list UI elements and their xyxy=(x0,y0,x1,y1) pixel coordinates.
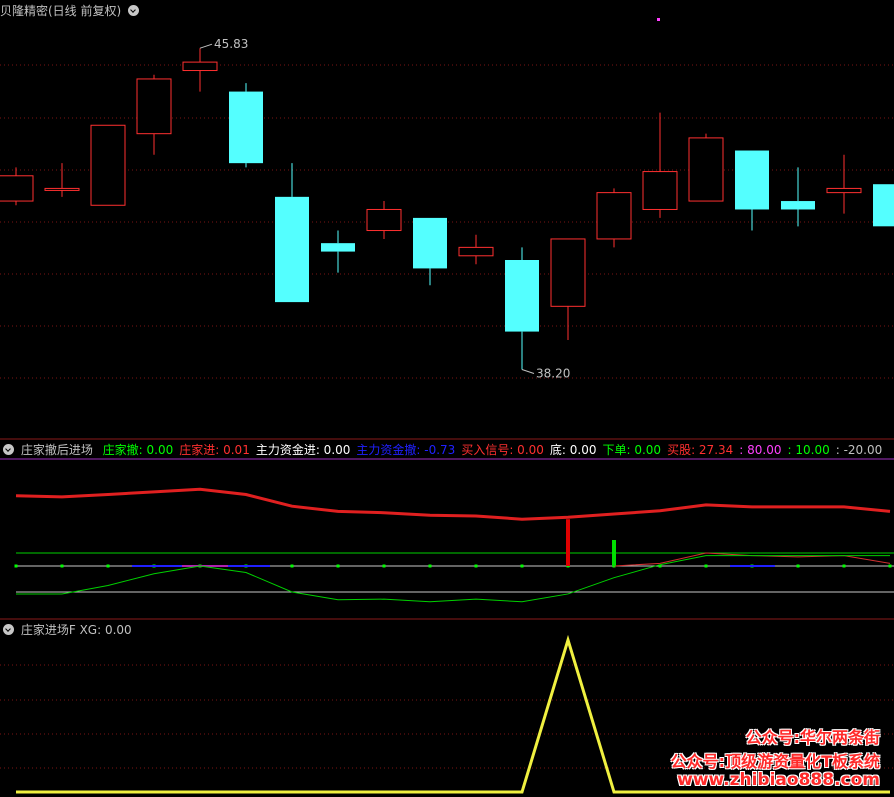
indicator-title-text: 庄家撤后进场 xyxy=(20,443,93,457)
high-marker-line xyxy=(199,43,213,49)
thin-red-line xyxy=(613,552,891,567)
indicator-field-0: 庄家撤: 0.00 xyxy=(102,443,174,457)
xg-panel-title: 庄家进场F XG: 0.00 xyxy=(0,621,132,639)
candle-body-8 xyxy=(366,208,402,232)
candle-body-6 xyxy=(275,196,309,303)
candle-body-13 xyxy=(596,192,632,240)
indicator-field-8: : 80.00 xyxy=(739,443,782,457)
candle-body-16 xyxy=(735,150,769,210)
zero-dot-17 xyxy=(796,564,800,568)
candle-body-9 xyxy=(413,217,447,269)
candle-body-1 xyxy=(44,187,80,191)
zero-dot-7 xyxy=(336,564,340,568)
high-price-label: 45.83 xyxy=(214,37,248,51)
indicator-field-5: 底: 0.00 xyxy=(549,443,597,457)
candlestick-chart: 45.83 38.20 xyxy=(0,18,894,440)
zero-dot-8 xyxy=(382,564,386,568)
indicator-panel-menu-icon[interactable] xyxy=(3,444,14,455)
candle-body-15 xyxy=(688,137,724,202)
xg-field-value: 0.00 xyxy=(104,623,132,637)
zero-dot-9 xyxy=(428,564,432,568)
candle-body-2 xyxy=(90,124,126,206)
candle-body-10 xyxy=(458,246,494,257)
indicator-chart xyxy=(0,458,894,620)
zero-dot-2 xyxy=(106,564,110,568)
zero-dot-0 xyxy=(14,564,18,568)
candle-body-3 xyxy=(136,78,172,135)
candle-body-18 xyxy=(826,187,862,194)
watermark-line-2: 公众号:顶级游资量化T板系统 xyxy=(670,752,880,771)
thick-red-line xyxy=(15,487,891,521)
indicator-field-9: : 10.00 xyxy=(787,443,830,457)
indicator-fields: 庄家撤: 0.00 庄家进: 0.01 主力资金进: 0.00 主力资金撤: -0.7… xyxy=(103,443,889,457)
zero-dot-6 xyxy=(290,564,294,568)
candle-body-0 xyxy=(0,175,34,202)
candle-body-14 xyxy=(642,171,678,210)
indicator-field-3: 主力资金撤: -0.73 xyxy=(356,443,456,457)
candle-body-19 xyxy=(873,184,894,227)
candle-body-5 xyxy=(229,91,263,164)
low-marker-line xyxy=(521,368,535,374)
signal-bar-green xyxy=(612,540,616,566)
magenta-marker-dot xyxy=(657,18,660,21)
candle-body-4 xyxy=(182,61,218,72)
indicator-field-2: 主力资金进: 0.00 xyxy=(255,443,351,457)
candle-body-11 xyxy=(505,260,539,332)
watermark-line-3: www.zhibiao888.com xyxy=(677,770,880,790)
watermark-line-1: 公众号:华尔两条街 xyxy=(745,728,880,747)
xg-panel-menu-icon[interactable] xyxy=(3,624,14,635)
candle-body-7 xyxy=(321,243,355,252)
low-price-label: 38.20 xyxy=(536,366,570,380)
indicator-field-4: 买入信号: 0.00 xyxy=(461,443,544,457)
zero-dot-10 xyxy=(474,564,478,568)
green-line xyxy=(16,555,890,603)
indicator-field-7: 买股: 27.34 xyxy=(667,443,734,457)
zero-dot-1 xyxy=(60,564,64,568)
candle-body-12 xyxy=(550,238,586,307)
xg-field-label: XG: xyxy=(79,623,102,637)
indicator-field-6: 下单: 0.00 xyxy=(602,443,662,457)
indicator-panel-title: 庄家撤后进场 庄家撤: 0.00 庄家进: 0.01 主力资金进: 0.00 主力资金… xyxy=(0,441,888,459)
zero-dot-18 xyxy=(842,564,846,568)
zero-dot-15 xyxy=(704,564,708,568)
indicator-field-1: 庄家进: 0.01 xyxy=(179,443,250,457)
signal-bar-red xyxy=(566,519,570,566)
zero-dot-19 xyxy=(888,564,892,568)
candle-body-17 xyxy=(781,201,815,210)
xg-title-text: 庄家进场F xyxy=(20,623,76,637)
indicator-field-10: : -20.00 xyxy=(835,443,883,457)
zero-dot-11 xyxy=(520,564,524,568)
